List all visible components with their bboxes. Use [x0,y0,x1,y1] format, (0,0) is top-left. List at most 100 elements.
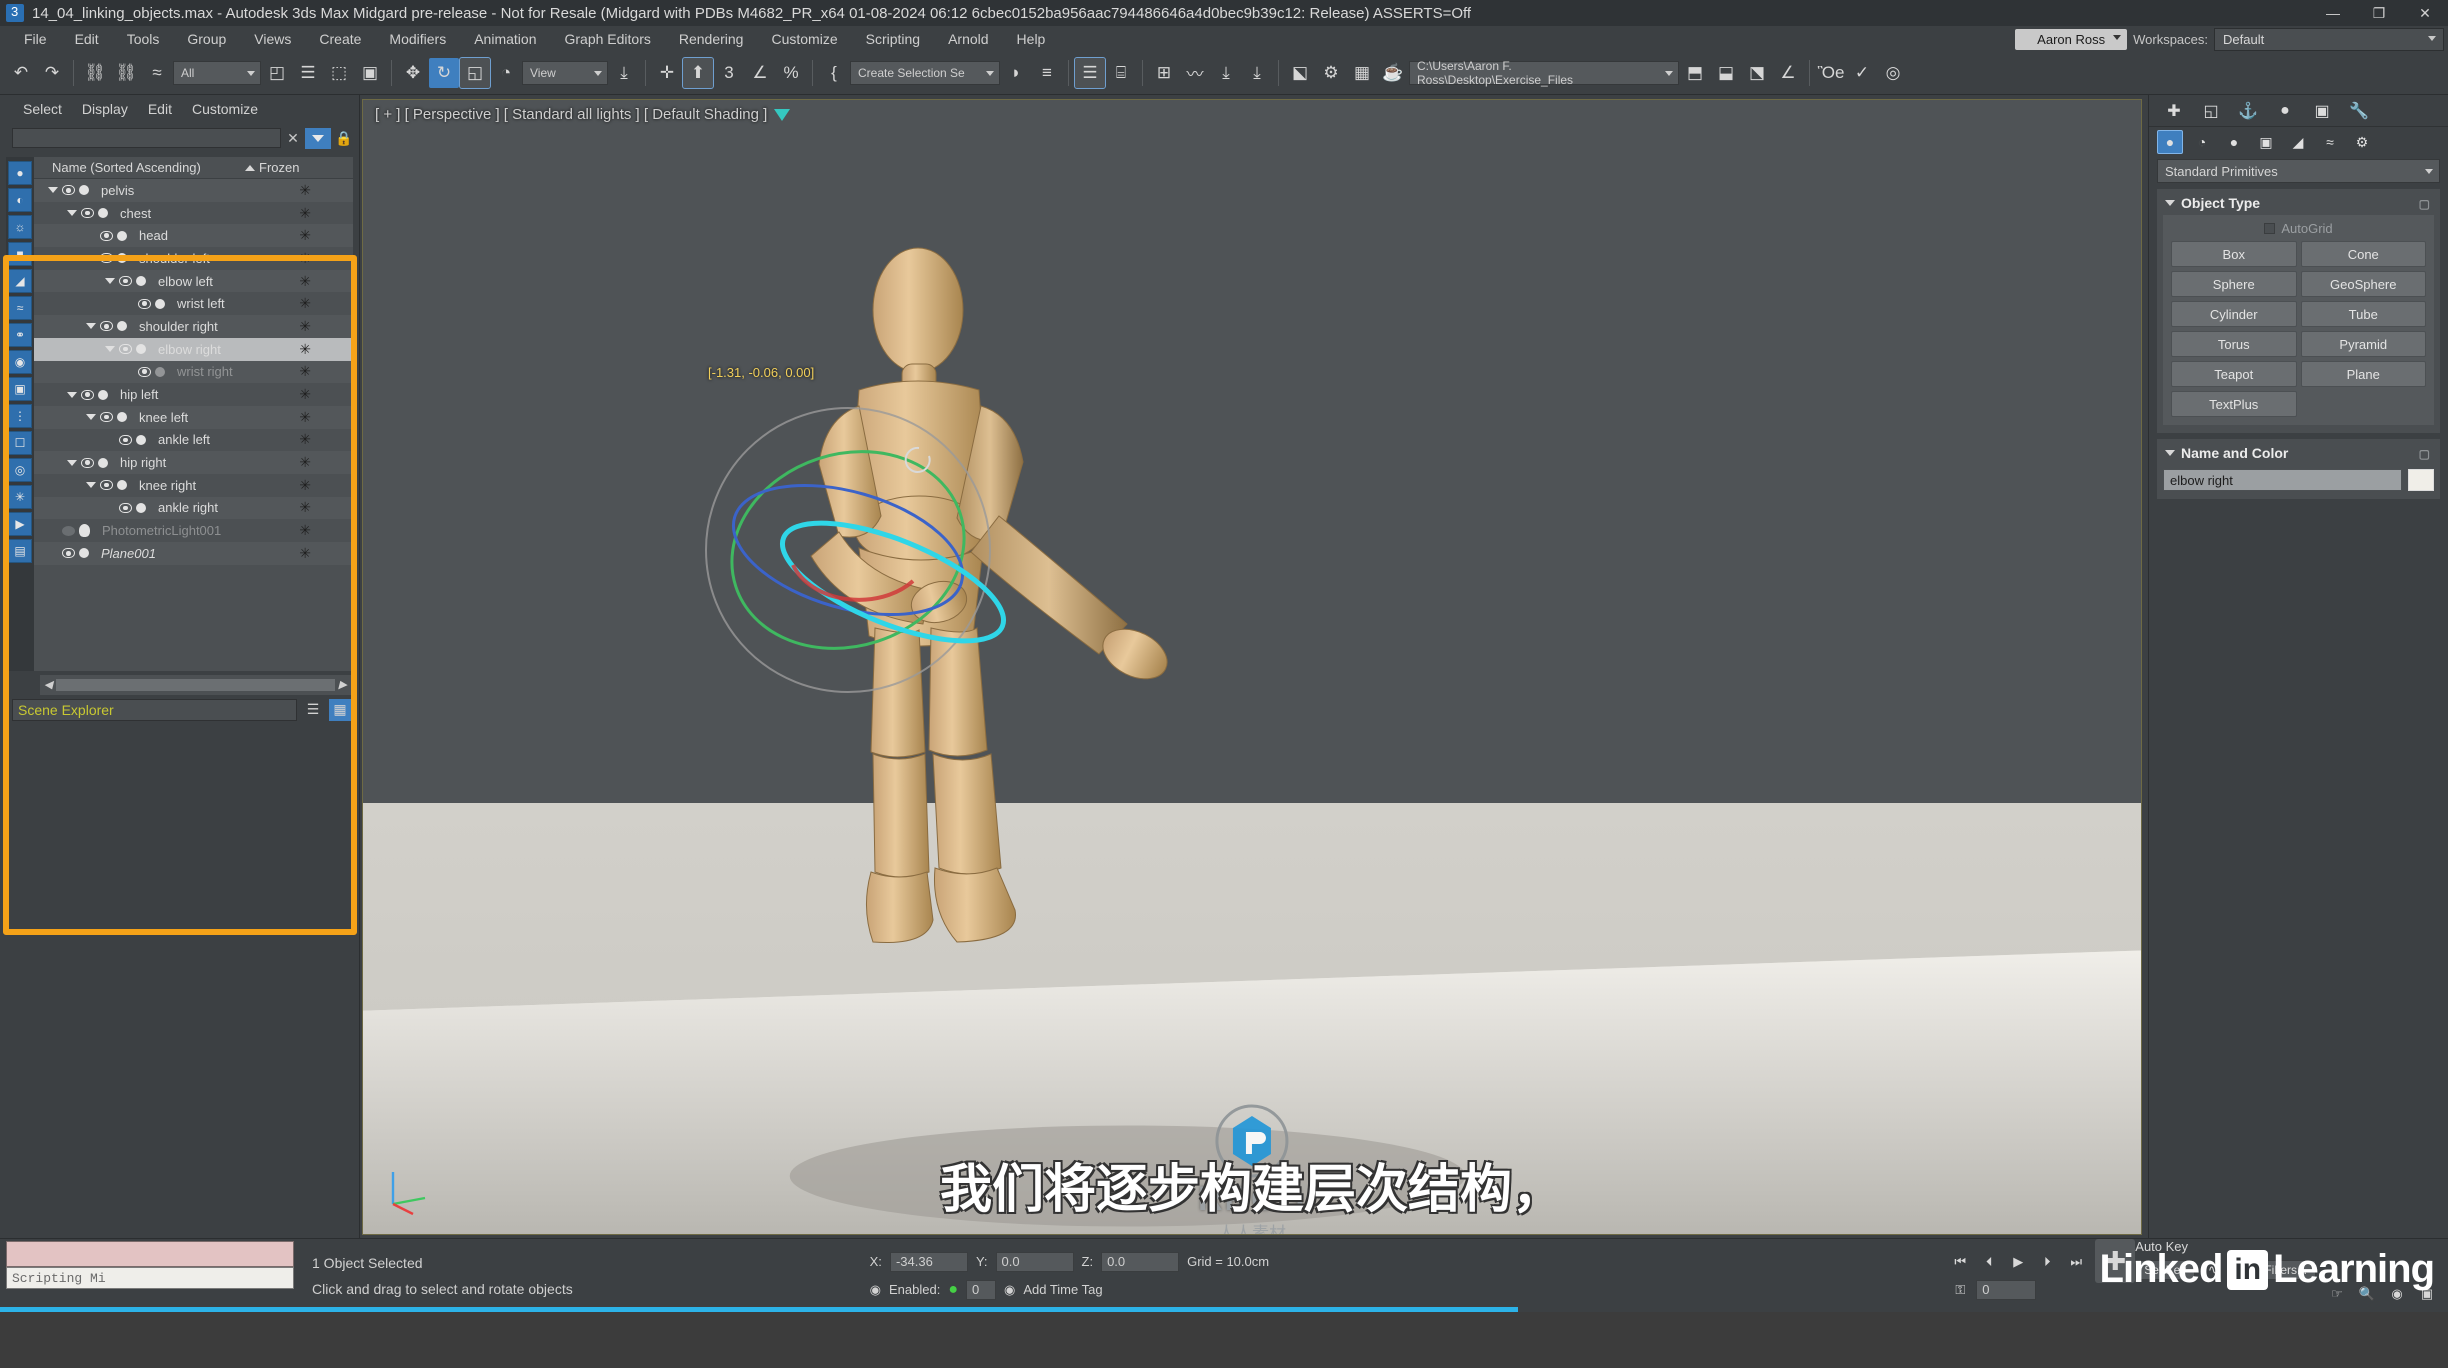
frozen-toggle-icon[interactable]: ✳ [299,295,311,312]
scene-explorer-row[interactable]: elbow right ✳ [34,337,353,361]
go-to-start-icon[interactable]: ⏮ [1947,1250,1973,1274]
menu-item-edit[interactable]: Edit [61,28,113,50]
box-button[interactable]: Box [2171,241,2297,267]
display-tab[interactable]: ▣ [2305,98,2339,124]
go-to-end-icon[interactable]: ⏭ [2063,1250,2089,1274]
primitive-type-dropdown[interactable]: Standard Primitives [2157,159,2440,183]
key-count-field[interactable]: 0 [965,1279,996,1300]
toggle-scene-explorer-icon[interactable]: ☰ [1074,56,1106,89]
object-type-rollout-header[interactable]: Object Type ▢ [2163,193,2434,215]
scroll-left-icon[interactable]: ◀ [44,678,52,691]
scene-explorer-row[interactable]: head ✳ [34,224,353,248]
add-time-tag-plus-button[interactable]: ✚ [2095,1239,2136,1283]
undo-button[interactable]: ↶ [6,58,36,88]
object-name-field[interactable]: elbow right [2163,469,2402,491]
y-field[interactable]: 0.0 [995,1251,1074,1272]
expand-triangle-icon[interactable] [105,346,115,353]
visibility-eye-icon[interactable] [138,298,151,309]
scene-explorer-row[interactable]: shoulder left ✳ [34,247,353,270]
zoom-icon[interactable]: 🔍 [2354,1282,2380,1306]
filter-selected-icon[interactable]: ▶ [8,512,32,536]
cone-button[interactable]: Cone [2300,241,2426,267]
filter-hidden-icon[interactable]: ◎ [8,458,32,482]
visibility-eye-icon[interactable] [81,457,94,468]
select-and-link-icon[interactable]: ⛓ [80,58,110,88]
menu-item-rendering[interactable]: Rendering [665,28,758,50]
filter-icon[interactable] [305,127,331,149]
key-mode-toggle-icon[interactable]: ⚿ [1947,1278,1973,1302]
angle-snap-icon[interactable]: 3 [714,58,744,88]
visibility-eye-icon[interactable] [100,321,113,332]
set-key-button[interactable]: Set Key [2135,1260,2196,1280]
orbit-icon[interactable]: ◉ [2384,1282,2410,1306]
user-account-button[interactable]: Aaron Ross [2015,29,2128,50]
redo-button[interactable]: ↷ [37,58,67,88]
scene-explorer-row[interactable]: knee left ✳ [34,405,353,429]
plane-button[interactable]: Plane [2300,361,2426,387]
maxscript-mini-label[interactable]: Scripting Mi [6,1267,294,1289]
workspace-dropdown[interactable]: Default [2214,28,2444,51]
frozen-toggle-icon[interactable]: ✳ [299,363,311,380]
curve-editor-icon[interactable]: 〰 [1180,58,1210,88]
menu-item-tools[interactable]: Tools [113,28,174,50]
visibility-eye-icon[interactable] [100,230,113,241]
maximize-viewport-icon[interactable]: ▣ [2414,1282,2440,1306]
tube-button[interactable]: Tube [2300,301,2426,327]
frozen-toggle-icon[interactable]: ✳ [299,409,311,426]
save-file-icon[interactable]: Ὃe [1816,58,1846,88]
menu-item-views[interactable]: Views [240,28,305,50]
se-menu-select[interactable]: Select [14,99,71,119]
scene-explorer-horizontal-scrollbar[interactable]: ◀ ▶ [40,674,351,695]
cameras-category-icon[interactable]: ▣ [2253,130,2279,154]
state-sets-icon[interactable]: ⬔ [1742,58,1772,88]
create-tab[interactable]: ✚ [2157,98,2191,124]
menu-item-group[interactable]: Group [173,28,240,50]
rectangular-selection-region-icon[interactable]: ⬚ [324,58,354,88]
autogrid-row[interactable]: AutoGrid [2171,221,2426,241]
render-setup-icon[interactable]: ⚙ [1316,58,1346,88]
filter-lights-icon[interactable]: ☼ [8,215,32,239]
pin-icon[interactable]: ▢ [2419,197,2430,211]
mirror-icon[interactable]: ◗ [1001,58,1031,88]
visibility-eye-icon[interactable] [62,548,75,559]
teapot-button[interactable]: Teapot [2171,361,2297,387]
frozen-toggle-icon[interactable]: ✳ [299,318,311,335]
toggle-layer-explorer-icon[interactable]: ⌸ [1106,58,1136,88]
scene-explorer-row[interactable]: shoulder right ✳ [34,315,353,338]
autogrid-checkbox[interactable] [2264,223,2276,234]
snaps-toggle-icon[interactable]: ⬆ [682,56,714,89]
z-field[interactable]: 0.0 [1101,1251,1180,1272]
spinner-snap-icon[interactable]: % [776,58,806,88]
filter-particles-icon[interactable]: ⋮ [8,404,32,428]
scene-explorer-row[interactable]: ankle left ✳ [34,428,353,452]
filter-space-warps-icon[interactable]: ≈ [8,296,32,320]
render-production-icon[interactable]: ☕ [1378,58,1408,88]
rotate-gizmo[interactable] [643,400,1063,730]
visibility-eye-icon[interactable] [119,344,132,355]
menu-item-animation[interactable]: Animation [460,28,550,50]
add-time-tag-icon[interactable]: ◉ [1004,1282,1015,1298]
object-color-swatch[interactable] [2408,469,2434,491]
scene-explorer-toggle-icon[interactable]: ▦ [329,698,351,721]
select-by-name-icon[interactable]: ☰ [293,58,323,88]
material-editor-icon[interactable]: ⤓ [1242,58,1272,88]
scene-explorer-row[interactable]: wrist left ✳ [34,292,353,316]
pan-icon[interactable]: ☞ [2324,1282,2350,1306]
select-object-icon[interactable]: ◰ [262,58,292,88]
select-and-manipulate-icon[interactable]: ✛ [652,58,682,88]
visibility-eye-icon[interactable] [100,480,113,491]
menu-item-modifiers[interactable]: Modifiers [375,28,460,50]
current-frame-field[interactable]: 0 [1976,1279,2037,1300]
scene-explorer-row[interactable]: hip left ✳ [34,383,353,406]
clear-search-icon[interactable]: ✕ [285,130,301,147]
window-crossing-icon[interactable]: ▣ [355,58,385,88]
render-in-iray-icon[interactable]: ⬒ [1680,58,1710,88]
frozen-toggle-icon[interactable]: ✳ [299,273,311,290]
visibility-eye-icon[interactable] [119,434,132,445]
filter-containers-icon[interactable]: ☐ [8,431,32,455]
maximize-button[interactable]: ❐ [2356,0,2402,26]
utilities-tab[interactable]: 🔧 [2342,98,2376,124]
sphere-button[interactable]: Sphere [2171,271,2297,297]
play-animation-icon[interactable]: ▶ [2005,1250,2031,1274]
hierarchy-tab[interactable]: ⚓ [2231,98,2265,124]
